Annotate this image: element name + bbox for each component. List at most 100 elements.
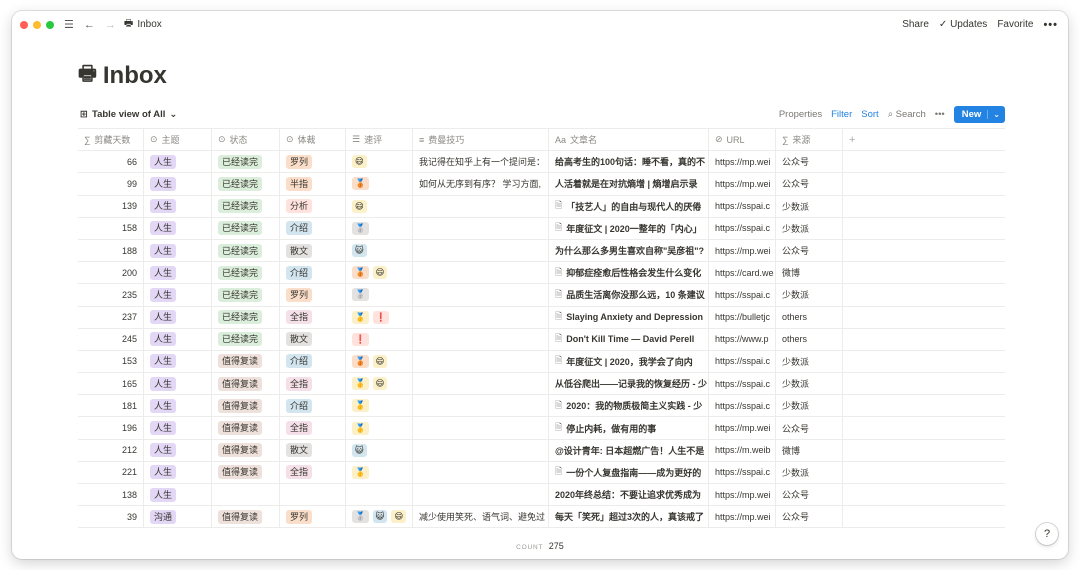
- topic-cell[interactable]: 人生: [144, 350, 212, 373]
- status-cell[interactable]: 已经读完: [212, 306, 280, 328]
- article-title-cell[interactable]: 🗎 抑郁症痊愈后性格会发生什么变化: [549, 262, 709, 284]
- genre-cell[interactable]: 半指: [280, 173, 346, 195]
- article-title-cell[interactable]: 🗎 Don't Kill Time — David Perell: [549, 328, 709, 350]
- source-cell[interactable]: 少数派: [776, 350, 843, 373]
- article-title-cell[interactable]: 🗎 2020：我的物质极简主义实践 - 少: [549, 395, 709, 417]
- url-cell[interactable]: https://sspai.c: [709, 373, 776, 395]
- genre-cell[interactable]: 散文: [280, 239, 346, 262]
- column-header[interactable]: ≡ 费曼技巧: [413, 129, 549, 151]
- article-title-cell[interactable]: 2020年终总结：不要让追求优秀成为: [549, 484, 709, 506]
- table-row[interactable]: 235 人生 已经读完 罗列 🥈 🗎 品质生活离你没那么远，10 条建议 https://ss…: [78, 284, 1005, 307]
- feynman-cell[interactable]: [413, 395, 549, 417]
- table-row[interactable]: 188 人生 已经读完 散文 😺 为什么那么多男生喜欢自称"吴彦祖"? https://mp…: [78, 239, 1005, 263]
- rating-cell[interactable]: 🥇 😄: [346, 373, 413, 395]
- feynman-cell[interactable]: [413, 439, 549, 461]
- url-cell[interactable]: https://www.p: [709, 328, 776, 350]
- feynman-cell[interactable]: [413, 195, 549, 217]
- rating-cell[interactable]: 🥇: [346, 395, 413, 417]
- topic-cell[interactable]: 人生: [144, 173, 212, 195]
- status-cell[interactable]: 已经读完: [212, 173, 280, 195]
- days-cell[interactable]: 165: [78, 373, 144, 395]
- source-cell[interactable]: 少数派: [776, 284, 843, 306]
- feynman-cell[interactable]: [413, 328, 549, 350]
- status-cell[interactable]: 已经读完: [212, 217, 280, 239]
- genre-cell[interactable]: 散文: [280, 328, 346, 350]
- genre-cell[interactable]: 分析: [280, 195, 346, 217]
- genre-cell[interactable]: 全指: [280, 461, 346, 483]
- page-title[interactable]: 🖶 Inbox: [78, 59, 167, 93]
- article-title-cell[interactable]: 🗎 一份个人复盘指南——成为更好的: [549, 461, 709, 483]
- status-cell[interactable]: 值得复读: [212, 461, 280, 483]
- url-cell[interactable]: https://mp.wei: [709, 484, 776, 506]
- status-cell[interactable]: 已经读完: [212, 151, 280, 173]
- url-cell[interactable]: https://sspai.c: [709, 284, 776, 306]
- feynman-cell[interactable]: [413, 484, 549, 506]
- days-cell[interactable]: 99: [78, 173, 144, 195]
- rating-cell[interactable]: 🥉 😄: [346, 262, 413, 284]
- table-row[interactable]: 139 人生 已经读完 分析 😄 🗎 「技艺人」的自由与现代人的厌倦 https://sspa…: [78, 195, 1005, 218]
- table-row[interactable]: 221 人生 值得复读 全指 🥇 🗎 一份个人复盘指南——成为更好的 https://sspa…: [78, 461, 1005, 484]
- genre-cell[interactable]: 介绍: [280, 395, 346, 417]
- topic-cell[interactable]: 人生: [144, 461, 212, 483]
- rating-cell[interactable]: 🥇 ❗: [346, 306, 413, 328]
- help-button[interactable]: ?: [1036, 523, 1058, 545]
- sidebar-toggle-icon[interactable]: ☰: [64, 18, 74, 31]
- source-cell[interactable]: 公众号: [776, 173, 843, 195]
- column-header[interactable]: ⊙ 体裁: [280, 129, 346, 151]
- status-cell[interactable]: 值得复读: [212, 417, 280, 439]
- column-header[interactable]: ∑ 剪藏天数: [78, 129, 144, 151]
- status-cell[interactable]: 已经读完: [212, 284, 280, 306]
- forward-arrow-icon[interactable]: →: [105, 19, 116, 31]
- share-button[interactable]: Share: [902, 19, 929, 30]
- rating-cell[interactable]: 🥉: [346, 173, 413, 195]
- status-cell[interactable]: 已经读完: [212, 328, 280, 350]
- column-header[interactable]: ⊙ 主题: [144, 129, 212, 151]
- rating-cell[interactable]: 🥉 😄: [346, 350, 413, 373]
- source-cell[interactable]: 少数派: [776, 195, 843, 217]
- table-row[interactable]: 165 人生 值得复读 全指 🥇 😄 从低谷爬出——记录我的恢复经历 - 少 https://…: [78, 373, 1005, 396]
- source-cell[interactable]: 公众号: [776, 484, 843, 506]
- source-cell[interactable]: 公众号: [776, 239, 843, 262]
- table-row[interactable]: 245 人生 已经读完 散文 ❗ 🗎 Don't Kill Time — David Per…: [78, 328, 1005, 351]
- genre-cell[interactable]: 全指: [280, 306, 346, 328]
- days-cell[interactable]: 212: [78, 439, 144, 461]
- chevron-down-icon[interactable]: ⌄: [987, 109, 1005, 119]
- days-cell[interactable]: 245: [78, 328, 144, 350]
- genre-cell[interactable]: 罗列: [280, 506, 346, 528]
- genre-cell[interactable]: 全指: [280, 417, 346, 439]
- status-cell[interactable]: 值得复读: [212, 506, 280, 528]
- status-cell[interactable]: 值得复读: [212, 439, 280, 461]
- table-row[interactable]: 66 人生 已经读完 罗列 😄 我记得在知乎上有一个提问是： 给高考生的100句话：睡不看，…: [78, 151, 1005, 174]
- back-arrow-icon[interactable]: ←: [84, 19, 95, 31]
- table-row[interactable]: 212 人生 值得复读 散文 😺 @设计青年: 日本超燃广告！人生不是 https://m.…: [78, 439, 1005, 462]
- source-cell[interactable]: 公众号: [776, 506, 843, 528]
- feynman-cell[interactable]: 我记得在知乎上有一个提问是：: [413, 151, 549, 173]
- minimize-window-button[interactable]: [33, 20, 41, 29]
- article-title-cell[interactable]: 每天「笑死」超过3次的人，真该戒了: [549, 506, 709, 528]
- article-title-cell[interactable]: 🗎 Slaying Anxiety and Depression: [549, 306, 709, 328]
- feynman-cell[interactable]: [413, 239, 549, 262]
- source-cell[interactable]: 公众号: [776, 417, 843, 439]
- topic-cell[interactable]: 人生: [144, 151, 212, 173]
- feynman-cell[interactable]: [413, 284, 549, 306]
- table-row[interactable]: 237 人生 已经读完 全指 🥇 ❗ 🗎 Slaying Anxiety and Depres…: [78, 306, 1005, 329]
- source-cell[interactable]: 少数派: [776, 373, 843, 395]
- feynman-cell[interactable]: [413, 217, 549, 239]
- topic-cell[interactable]: 人生: [144, 195, 212, 217]
- days-cell[interactable]: 158: [78, 217, 144, 239]
- column-header[interactable]: ⊙ 状态: [212, 129, 280, 151]
- genre-cell[interactable]: 罗列: [280, 151, 346, 173]
- feynman-cell[interactable]: [413, 461, 549, 483]
- url-cell[interactable]: https://mp.wei: [709, 151, 776, 173]
- url-cell[interactable]: https://card.we: [709, 262, 776, 284]
- search-button[interactable]: ⌕ Search: [888, 109, 926, 120]
- table-row[interactable]: 39 沟通 值得复读 罗列 🥈 😺 😄 减少使用笑死、语气词、避免过 每天「笑死」超过3次的人，…: [78, 506, 1005, 529]
- rating-cell[interactable]: 🥈: [346, 284, 413, 306]
- url-cell[interactable]: https://mp.wei: [709, 239, 776, 262]
- column-header[interactable]: ☰ 速评: [346, 129, 413, 151]
- source-cell[interactable]: 微博: [776, 262, 843, 284]
- maximize-window-button[interactable]: [46, 20, 54, 29]
- genre-cell[interactable]: 全指: [280, 373, 346, 395]
- days-cell[interactable]: 66: [78, 151, 144, 173]
- days-cell[interactable]: 138: [78, 484, 144, 506]
